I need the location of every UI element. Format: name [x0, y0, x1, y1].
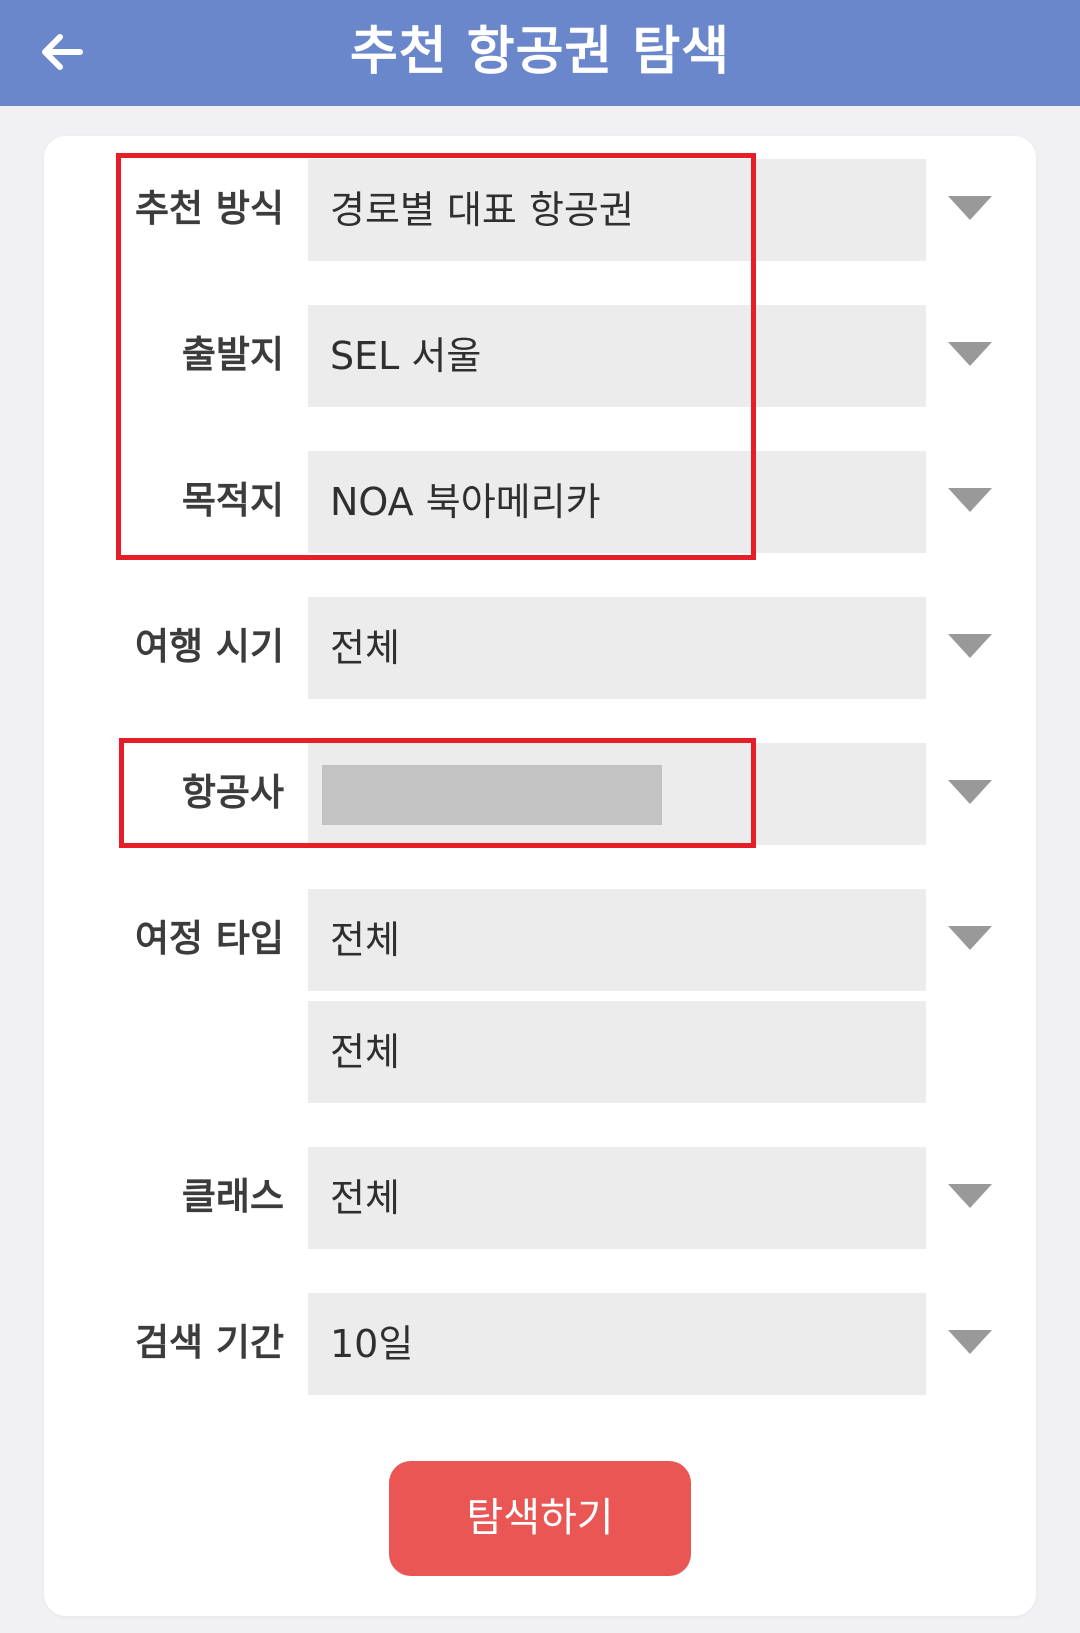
itinerary-type-select[interactable]: 전체 [308, 889, 926, 991]
destination-value: NOA 북아메리카 [330, 480, 601, 524]
airline-label: 항공사 [181, 771, 284, 814]
recommend-method-value: 경로별 대표 항공권 [330, 188, 634, 232]
cabin-class-label: 클래스 [181, 1175, 284, 1218]
itinerary-type-value: 전체 [330, 918, 400, 962]
destination-label: 목적지 [181, 479, 284, 522]
search-button[interactable]: 탐색하기 [389, 1461, 691, 1576]
caret-down-icon[interactable] [948, 634, 992, 658]
travel-period-value: 전체 [330, 626, 400, 670]
airline-select[interactable] [308, 743, 926, 845]
caret-down-icon[interactable] [948, 926, 992, 950]
caret-down-icon[interactable] [948, 780, 992, 804]
itinerary-type-label: 여정 타입 [134, 917, 284, 960]
search-period-label: 검색 기간 [134, 1321, 284, 1364]
caret-down-icon[interactable] [948, 488, 992, 512]
caret-down-icon[interactable] [948, 1330, 992, 1354]
itinerary-subtype-select[interactable]: 전체 [308, 1001, 926, 1103]
itinerary-subtype-value: 전체 [330, 1030, 400, 1074]
recommend-method-select[interactable]: 경로별 대표 항공권 [308, 159, 926, 261]
app-header: 추천 항공권 탐색 [0, 0, 1080, 106]
recommend-method-label: 추천 방식 [134, 187, 284, 230]
origin-select[interactable]: SEL 서울 [308, 305, 926, 407]
cabin-class-select[interactable]: 전체 [308, 1147, 926, 1249]
redacted-value [322, 765, 662, 825]
caret-down-icon[interactable] [948, 196, 992, 220]
caret-down-icon[interactable] [948, 1184, 992, 1208]
travel-period-select[interactable]: 전체 [308, 597, 926, 699]
search-period-select[interactable]: 10일 [308, 1293, 926, 1395]
search-period-value: 10일 [330, 1322, 414, 1366]
page-title: 추천 항공권 탐색 [349, 22, 731, 82]
caret-down-icon[interactable] [948, 342, 992, 366]
origin-label: 출발지 [181, 333, 284, 376]
cabin-class-value: 전체 [330, 1176, 400, 1220]
destination-select[interactable]: NOA 북아메리카 [308, 451, 926, 553]
travel-period-label: 여행 시기 [134, 625, 284, 668]
origin-value: SEL 서울 [330, 334, 482, 378]
